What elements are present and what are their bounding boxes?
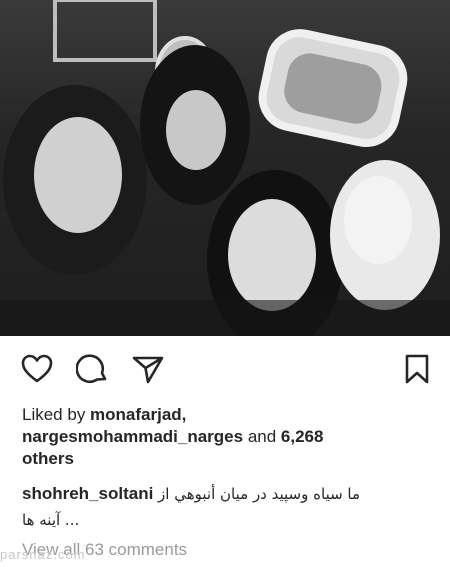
post-caption: shohreh_soltani ما سیاه وسپید در میان أن… <box>22 481 432 533</box>
liker-username-1[interactable]: monafarjad, <box>90 405 186 424</box>
paper-plane-icon[interactable] <box>131 352 165 386</box>
post-photo[interactable] <box>0 0 450 336</box>
likes-and: and <box>243 427 281 446</box>
photo-illustration <box>0 0 450 336</box>
likes-prefix: Liked by <box>22 405 91 424</box>
bookmark-icon[interactable] <box>400 352 434 386</box>
liker-username-2[interactable]: nargesmohammadi_narges <box>22 427 243 446</box>
caption-text: ما سیاه وسپید در میان أنبوهي از <box>158 485 361 503</box>
caption-more[interactable]: ... آینه ها <box>22 511 79 529</box>
likes-others[interactable]: others <box>22 449 74 468</box>
watermark: parsnaz.com <box>0 547 86 562</box>
likes-summary: Liked by monafarjad, nargesmohammadi_nar… <box>22 404 432 470</box>
likes-count[interactable]: 6,268 <box>281 427 324 446</box>
action-bar <box>0 336 450 398</box>
heart-icon[interactable] <box>20 352 54 386</box>
comment-bubble-icon[interactable] <box>76 352 110 386</box>
caption-username[interactable]: shohreh_soltani <box>22 484 153 503</box>
